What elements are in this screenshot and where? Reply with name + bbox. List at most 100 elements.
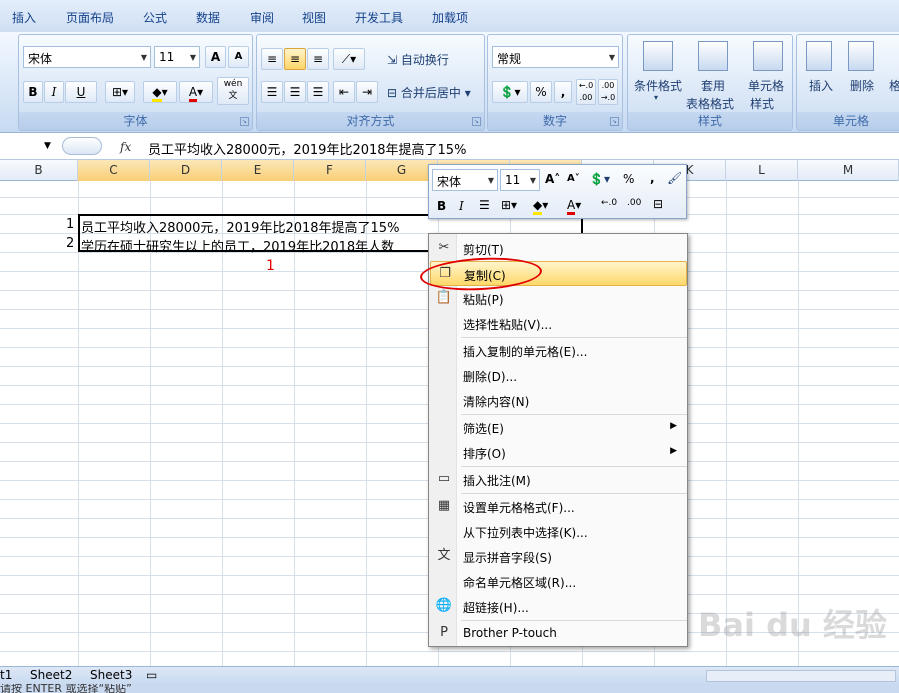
align-center-button[interactable]: ☰	[284, 81, 306, 103]
font-size-combo[interactable]: 11 ▼	[154, 46, 200, 68]
fill-color-button[interactable]: ◆▾	[143, 81, 177, 103]
mini-borders-button[interactable]: ⊞▾	[501, 198, 517, 212]
tab-review[interactable]: 审阅	[250, 9, 274, 26]
borders-button[interactable]: ⊞▾	[105, 81, 135, 103]
font-family-combo[interactable]: 宋体 ▼	[23, 46, 151, 68]
context-menu-item[interactable]: 排序(O) ▶	[430, 440, 687, 465]
mini-font-color-button[interactable]: A▾	[567, 198, 581, 215]
row-number: 2	[66, 236, 75, 251]
cell-styles-button[interactable]: 单元格 样式	[746, 39, 792, 111]
currency-button[interactable]: 💲▾	[492, 81, 528, 103]
alignment-dialog-launcher-icon[interactable]: ↘	[472, 117, 481, 126]
context-menu-item[interactable]: 命名单元格区域(R)...	[430, 569, 687, 594]
cells-group-label: 单元格	[797, 112, 899, 130]
mini-decrease-decimal-button[interactable]: .00	[627, 198, 641, 208]
name-box-dropdown[interactable]: ▼	[44, 141, 51, 151]
align-middle-button[interactable]: ≡	[284, 48, 306, 70]
context-menu-item[interactable]: ▭ 插入批注(M)	[430, 467, 687, 492]
context-menu-item[interactable]: ▦ 设置单元格格式(F)...	[430, 494, 687, 519]
percent-button[interactable]: %	[530, 81, 552, 103]
column-header[interactable]: M	[798, 160, 899, 181]
font-group-label: 字体	[19, 112, 252, 130]
insert-cells-button[interactable]: 插入	[801, 39, 839, 111]
grow-font-button[interactable]: A	[205, 46, 226, 68]
formula-input[interactable]: 员工平均收入28000元，2019年比2018年提高了15%	[148, 139, 466, 158]
mini-percent-button[interactable]: %	[623, 172, 634, 186]
mini-size-combo[interactable]: 11 ▼	[500, 169, 540, 191]
mini-toolbar: 宋体 ▼ 11 ▼ A˄ A˅ 💲▾ % , 🖌 B I ☰ ⊞▾ ◆▾ A▾ ←.…	[428, 164, 687, 219]
italic-button[interactable]: I	[44, 81, 64, 103]
watermark: Bai du 经验	[698, 606, 887, 644]
comma-button[interactable]: ,	[554, 81, 572, 103]
align-left-button[interactable]: ☰	[261, 81, 283, 103]
column-header[interactable]: E	[222, 160, 294, 181]
format-as-table-button[interactable]: 套用 表格格式	[686, 39, 742, 111]
tab-formulas[interactable]: 公式	[143, 9, 167, 26]
context-menu-item[interactable]: 插入复制的单元格(E)...	[430, 338, 687, 363]
tab-data[interactable]: 数据	[196, 9, 220, 26]
mini-grow-font-button[interactable]: A˄	[545, 172, 560, 186]
horizontal-scrollbar[interactable]	[706, 670, 896, 682]
mini-bold-button[interactable]: B	[437, 199, 446, 213]
mini-format-painter-button[interactable]: 🖌	[667, 171, 682, 185]
mini-italic-button[interactable]: I	[459, 199, 464, 213]
mini-font-combo[interactable]: 宋体 ▼	[432, 169, 498, 191]
mini-comma-button[interactable]: ,	[650, 171, 655, 185]
orientation-button[interactable]: ⟋▾	[333, 48, 365, 70]
phonetic-button[interactable]: wén 文	[217, 77, 249, 105]
tab-view[interactable]: 视图	[302, 9, 326, 26]
column-header[interactable]: C	[78, 160, 150, 181]
submenu-arrow-icon: ▶	[670, 446, 677, 456]
underline-button[interactable]: U	[65, 81, 97, 103]
new-sheet-icon[interactable]: ▭	[146, 668, 157, 683]
tab-insert[interactable]: 插入	[12, 9, 36, 26]
context-menu-item[interactable]: 筛选(E) ▶	[430, 415, 687, 440]
decrease-indent-button[interactable]: ⇤	[333, 81, 355, 103]
increase-decimal-button[interactable]: ←.0 .00	[576, 79, 596, 105]
sheet-tab[interactable]: Sheet3	[90, 668, 132, 683]
scissors-icon: ✂	[438, 240, 450, 255]
align-right-button[interactable]: ☰	[307, 81, 329, 103]
context-menu-item[interactable]: 文显示拼音字段(S)	[430, 544, 687, 569]
number-format-combo[interactable]: 常规 ▼	[492, 46, 619, 68]
context-menu-item[interactable]: 从下拉列表中选择(K)...	[430, 519, 687, 544]
formula-bar-splitter[interactable]	[62, 137, 102, 155]
column-header[interactable]: D	[150, 160, 222, 181]
context-menu-item[interactable]: 🌐 超链接(H)...	[430, 594, 687, 619]
context-menu-item[interactable]: P Brother P-touch	[430, 621, 687, 646]
mini-merge-button[interactable]: ⊟	[653, 197, 663, 211]
mini-fill-color-button[interactable]: ◆▾	[533, 198, 548, 215]
align-bottom-button[interactable]: ≡	[307, 48, 329, 70]
align-top-button[interactable]: ≡	[261, 48, 283, 70]
context-menu-item[interactable]: 选择性粘贴(V)...	[430, 311, 687, 336]
orientation-icon: ⟋▾	[341, 52, 357, 66]
tab-addins[interactable]: 加载项	[432, 9, 468, 26]
decrease-decimal-button[interactable]: .00 →.0	[598, 79, 618, 105]
context-menu-item[interactable]: ✂ 剪切(T)	[430, 236, 687, 261]
context-menu-item[interactable]: 清除内容(N)	[430, 388, 687, 413]
bold-button[interactable]: B	[23, 81, 43, 103]
font-dialog-launcher-icon[interactable]: ↘	[240, 117, 249, 126]
mini-shrink-font-button[interactable]: A˅	[567, 173, 580, 184]
mini-currency-button[interactable]: 💲▾	[589, 172, 610, 186]
insert-function-icon[interactable]: fx	[120, 140, 131, 154]
wrap-text-button[interactable]: ⇲ 自动换行	[387, 51, 449, 68]
tab-page-layout[interactable]: 页面布局	[66, 9, 114, 26]
delete-cells-button[interactable]: 删除	[843, 39, 881, 111]
merge-center-button[interactable]: ⊟ 合并后居中 ▾	[387, 84, 471, 101]
format-cells-button[interactable]: 格	[889, 77, 899, 94]
context-menu-item[interactable]: 删除(D)...	[430, 363, 687, 388]
conditional-format-button[interactable]: 条件格式 ▾	[630, 39, 686, 111]
sheet-tab[interactable]: t1	[0, 668, 12, 683]
shrink-font-button[interactable]: A	[228, 46, 249, 68]
increase-indent-button[interactable]: ⇥	[356, 81, 378, 103]
number-dialog-launcher-icon[interactable]: ↘	[610, 117, 619, 126]
mini-center-button[interactable]: ☰	[479, 198, 490, 212]
font-color-button[interactable]: A▾	[179, 81, 213, 103]
tab-developer[interactable]: 开发工具	[355, 9, 403, 26]
sheet-tab[interactable]: Sheet2	[30, 668, 72, 683]
column-header[interactable]: L	[726, 160, 798, 181]
mini-increase-decimal-button[interactable]: ←.0	[601, 198, 617, 208]
column-header[interactable]: B	[0, 160, 78, 181]
column-header[interactable]: F	[294, 160, 366, 181]
